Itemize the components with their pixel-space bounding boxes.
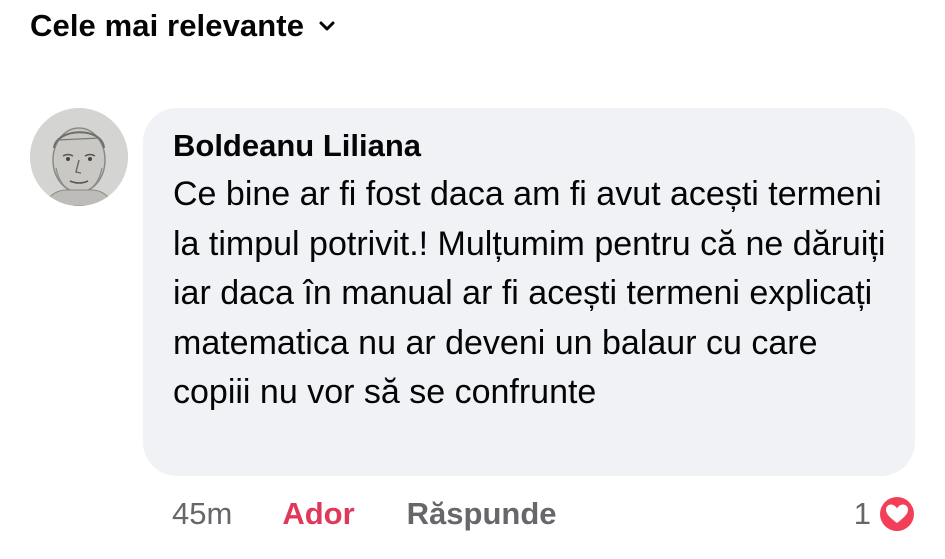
love-reaction-icon	[878, 495, 916, 533]
reaction-count: 1	[853, 496, 871, 531]
avatar[interactable]	[30, 108, 128, 206]
like-button[interactable]: Ador	[282, 496, 354, 532]
comment-text: Ce bine ar fi fost daca am fi avut aceșt…	[173, 175, 886, 411]
comment-timestamp[interactable]: 45m	[172, 496, 232, 532]
reaction-summary[interactable]: 1	[854, 492, 917, 536]
comment-author[interactable]: Boldeanu Liliana	[173, 126, 885, 166]
comment-bubble: Boldeanu Liliana Ce bine ar fi fost daca…	[143, 108, 915, 476]
avatar-portrait-icon	[30, 108, 128, 206]
sort-dropdown[interactable]: Cele mai relevante	[30, 4, 336, 48]
chevron-down-icon	[319, 21, 335, 31]
reply-button[interactable]: Răspunde	[407, 496, 557, 532]
comment-actions: 45m Ador Răspunde	[172, 494, 557, 534]
sort-label: Cele mai relevante	[30, 8, 305, 43]
